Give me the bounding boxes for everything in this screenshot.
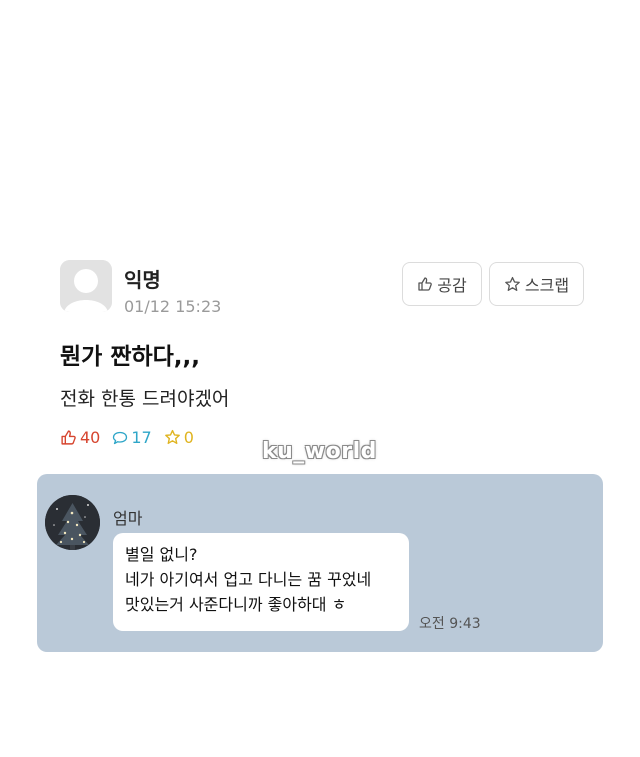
scrap-count: 0 (164, 428, 194, 447)
message-line: 맛있는거 사준다니까 좋아하대 ㅎ (125, 595, 347, 614)
comment-count-value: 17 (131, 428, 152, 447)
default-user-icon (60, 260, 112, 312)
post-timestamp: 01/12 15:23 (124, 297, 222, 316)
comment-count: 17 (112, 428, 152, 447)
like-count-value: 40 (80, 428, 101, 447)
scrap-count-value: 0 (183, 428, 194, 447)
message-line: 별일 없니? (125, 545, 198, 564)
speech-bubble-icon (113, 431, 128, 444)
thumbs-up-icon (418, 277, 433, 291)
like-button-label: 공감 (437, 276, 467, 295)
message-line: 네가 아기여서 업고 다니는 꿈 꾸었네 (125, 570, 372, 589)
author-name: 익명 (124, 268, 161, 292)
christmas-tree-photo (45, 495, 100, 550)
scrap-button-label: 스크랩 (524, 276, 570, 295)
message-time: 오전 9:43 (419, 616, 481, 632)
post-title: 뭔가 짠하다,,, (60, 344, 201, 370)
post-stats: 40 17 0 (60, 428, 194, 447)
thumbs-up-icon (61, 430, 76, 445)
like-button[interactable]: 공감 (402, 262, 482, 306)
scrap-button[interactable]: 스크랩 (489, 262, 584, 306)
sender-avatar (45, 495, 100, 550)
sender-name: 엄마 (113, 509, 143, 528)
watermark: ku_world (262, 439, 377, 464)
author-avatar (60, 260, 112, 312)
star-icon (164, 429, 180, 445)
post-body: 전화 한통 드려야겠어 (60, 388, 230, 410)
like-count: 40 (60, 428, 100, 447)
star-icon (505, 276, 520, 291)
message-bubble: 별일 없니? 네가 아기여서 업고 다니는 꿈 꾸었네 맛있는거 사준다니까 좋… (113, 533, 409, 631)
